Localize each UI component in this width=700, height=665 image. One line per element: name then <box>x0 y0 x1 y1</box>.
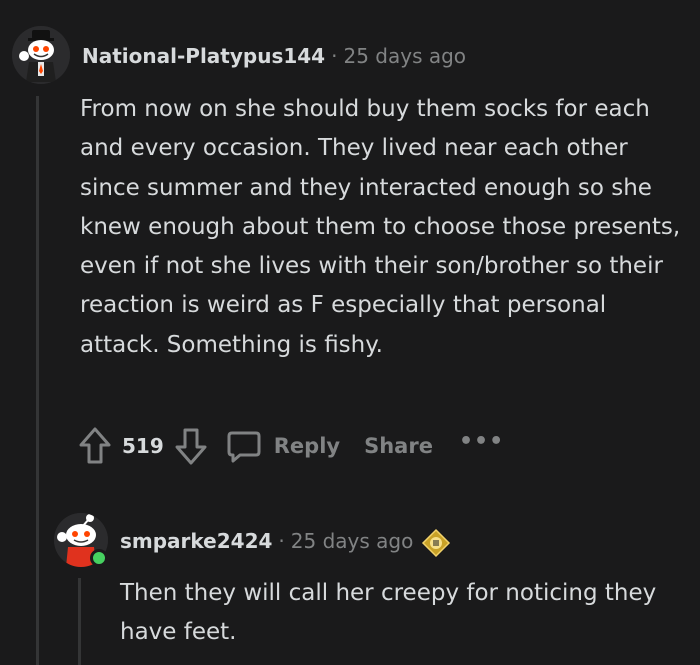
more-options-icon[interactable]: ••• <box>459 429 504 454</box>
comment-body: From now on she should buy them socks fo… <box>80 96 681 358</box>
reply-button[interactable]: Reply <box>226 428 340 464</box>
avatar[interactable] <box>12 26 70 84</box>
reply-meta: smparke2424 · 25 days ago <box>120 529 413 553</box>
timestamp[interactable]: 25 days ago <box>343 44 466 68</box>
meta-separator: · <box>331 44 338 68</box>
reply-label: Reply <box>273 434 341 458</box>
reply-thread-line[interactable] <box>78 578 81 665</box>
share-label: Share <box>364 434 433 458</box>
reply-body: Then they will call her creepy for notic… <box>120 580 657 646</box>
downvote-arrow-icon[interactable] <box>174 426 208 466</box>
award-flair-icon <box>420 527 452 559</box>
speech-bubble-icon <box>226 428 262 464</box>
comment-actions: 519 Reply Share ••• <box>78 424 504 468</box>
reply-timestamp[interactable]: 25 days ago <box>291 529 414 553</box>
thread-line[interactable] <box>36 96 39 665</box>
meta-separator: · <box>278 529 285 553</box>
vote-count: 519 <box>122 434 164 458</box>
share-button[interactable]: Share <box>364 434 433 458</box>
snoo-avatar-icon <box>12 26 70 84</box>
username[interactable]: National-Platypus144 <box>82 44 325 68</box>
upvote-arrow-icon[interactable] <box>78 426 112 466</box>
online-status-indicator <box>90 549 108 567</box>
reply-username[interactable]: smparke2424 <box>120 529 272 553</box>
comment-meta: National-Platypus144 · 25 days ago <box>82 44 466 68</box>
